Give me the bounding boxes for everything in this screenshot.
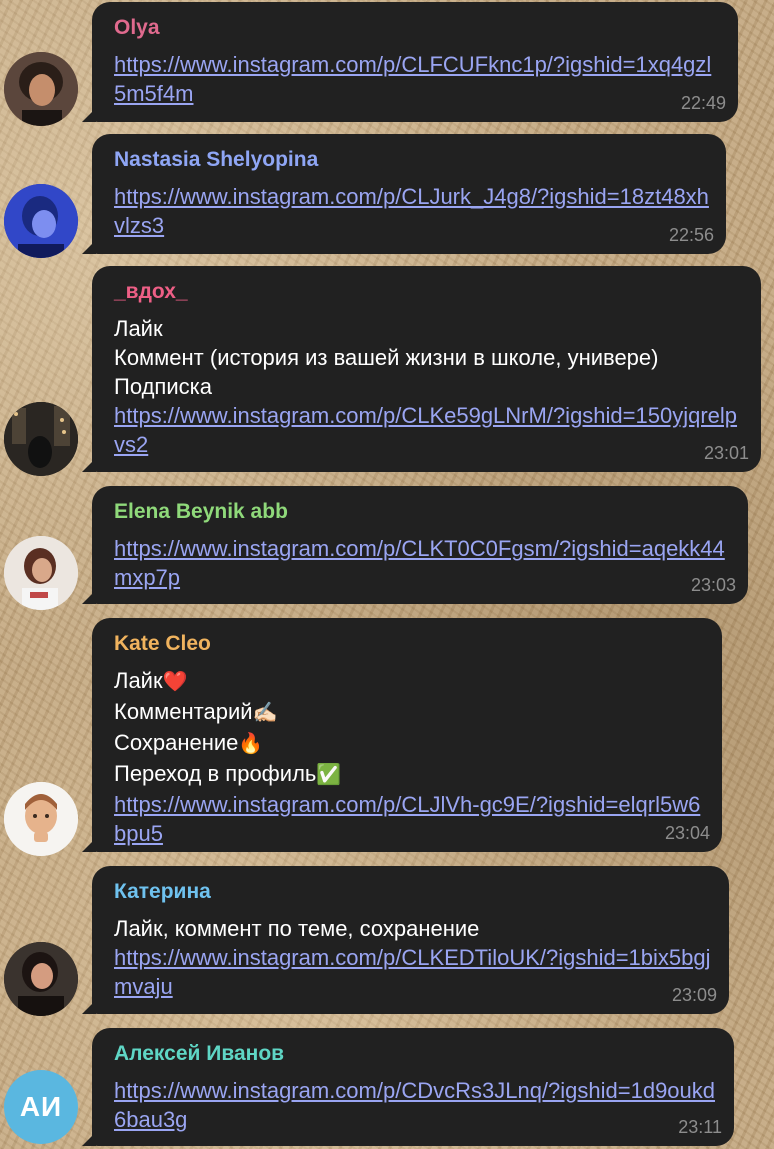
- message-bubble[interactable]: Катерина Лайк, коммент по теме, сохранен…: [82, 866, 729, 1014]
- message-time: 22:49: [680, 93, 726, 113]
- sender-name[interactable]: Olya: [114, 14, 722, 42]
- fire-emoji-icon: 🔥: [238, 733, 264, 755]
- message-time: 23:11: [678, 1117, 722, 1137]
- message-time: 23:03: [690, 575, 736, 595]
- message-bubble[interactable]: Nastasia Shelyopina https://www.instagra…: [82, 134, 726, 254]
- message-time: 23:09: [671, 985, 717, 1005]
- avatar[interactable]: [4, 942, 78, 1016]
- message-bubble[interactable]: Elena Beynik abb https://www.instagram.c…: [82, 486, 748, 604]
- message-bubble[interactable]: _вдох_ Лайк Коммент (история из вашей жи…: [82, 266, 761, 472]
- instagram-link[interactable]: https://www.instagram.com/p/CLKEDTiloUK/…: [114, 943, 713, 1001]
- message-text-line: Лайк, коммент по теме, сохранение: [114, 916, 480, 941]
- line-text: Сохранение: [114, 730, 239, 755]
- avatar[interactable]: [4, 782, 78, 856]
- message-text-line: Сохранение🔥: [114, 728, 706, 759]
- message-time: 22:56: [668, 225, 714, 245]
- writing-hand-emoji-icon: ✍🏻: [252, 702, 278, 724]
- line-text: Комментарий: [114, 699, 253, 724]
- check-mark-emoji-icon: ✅: [316, 764, 342, 786]
- instagram-link[interactable]: https://www.instagram.com/p/CLJlVh-gc9E/…: [114, 790, 706, 848]
- message-text-line: Коммент (история из вашей жизни в школе,…: [114, 345, 659, 370]
- line-text: Лайк: [114, 668, 163, 693]
- message-time: 23:01: [703, 443, 749, 463]
- sender-name[interactable]: Elena Beynik abb: [114, 498, 732, 526]
- message-text-line: Лайк: [114, 316, 163, 341]
- message-text-line: Переход в профиль✅: [114, 759, 706, 790]
- sender-name[interactable]: _вдох_: [114, 278, 745, 306]
- sender-name[interactable]: Kate Cleo: [114, 630, 706, 658]
- avatar[interactable]: [4, 52, 78, 126]
- message-text-line: Лайк❤️: [114, 666, 706, 697]
- message-bubble[interactable]: Алексей Иванов https://www.instagram.com…: [82, 1028, 734, 1146]
- instagram-link[interactable]: https://www.instagram.com/p/CLKe59gLNrM/…: [114, 401, 745, 459]
- sender-name[interactable]: Nastasia Shelyopina: [114, 146, 710, 174]
- instagram-link[interactable]: https://www.instagram.com/p/CLKT0C0Fgsm/…: [114, 534, 732, 592]
- sender-name[interactable]: Катерина: [114, 878, 713, 906]
- message-bubble[interactable]: Olya https://www.instagram.com/p/CLFCUFk…: [82, 2, 738, 122]
- instagram-link[interactable]: https://www.instagram.com/p/CLFCUFknc1p/…: [114, 50, 722, 108]
- message-text-line: Комментарий✍🏻: [114, 697, 706, 728]
- avatar[interactable]: [4, 184, 78, 258]
- line-text: Переход в профиль: [114, 761, 317, 786]
- instagram-link[interactable]: https://www.instagram.com/p/CDvcRs3JLnq/…: [114, 1076, 718, 1134]
- avatar[interactable]: [4, 402, 78, 476]
- message-time: 23:04: [664, 823, 710, 843]
- avatar[interactable]: [4, 536, 78, 610]
- avatar[interactable]: АИ: [4, 1070, 78, 1144]
- instagram-link[interactable]: https://www.instagram.com/p/CLJurk_J4g8/…: [114, 182, 710, 240]
- message-text-line: Подписка: [114, 374, 212, 399]
- heart-emoji-icon: ❤️: [162, 671, 188, 693]
- sender-name[interactable]: Алексей Иванов: [114, 1040, 718, 1068]
- avatar-initials: АИ: [19, 1091, 63, 1122]
- message-bubble[interactable]: Kate Cleo Лайк❤️ Комментарий✍🏻 Сохранени…: [82, 618, 722, 852]
